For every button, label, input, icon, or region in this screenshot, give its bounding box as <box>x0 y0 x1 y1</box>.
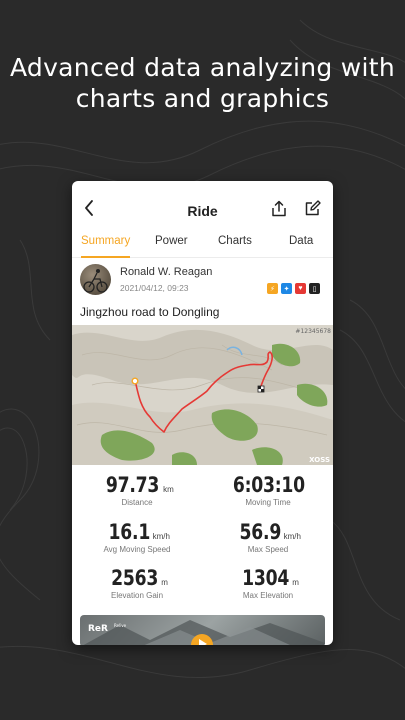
stat-moving-time: 6:03:10 Moving Time <box>203 473 333 507</box>
tab-data[interactable]: Data <box>289 235 313 247</box>
stat-max-speed: 56.9 km/h Max Speed <box>203 520 333 554</box>
stat-label: Distance <box>121 498 153 507</box>
ride-title: Jingzhou road to Dongling <box>80 305 220 319</box>
map-corner-label: #12345678 <box>295 328 331 335</box>
relive-video-banner[interactable]: ReR Relive <box>80 615 325 645</box>
stat-label: Max Speed <box>247 545 289 554</box>
relive-logo: ReR <box>88 624 108 634</box>
stat-label: Moving Time <box>245 498 291 507</box>
stat-distance: 97.73 km Distance <box>72 473 202 507</box>
headline-line-1: Advanced data analyzing with <box>9 53 396 82</box>
tab-bar: Summary Power Charts Data <box>72 225 333 258</box>
user-name[interactable]: Ronald W. Reagan <box>120 266 212 278</box>
bluetooth-sync-icon: ✦ <box>281 283 292 294</box>
stat-label: Max Elevation <box>242 591 294 600</box>
avatar[interactable] <box>80 264 111 295</box>
tab-summary[interactable]: Summary <box>81 235 130 247</box>
stat-value: 16.1 <box>108 520 151 544</box>
relive-preview: ReR Relive <box>83 620 325 645</box>
tab-power[interactable]: Power <box>155 235 188 247</box>
stat-avg-moving-speed: 16.1 km/h Avg Moving Speed <box>72 520 202 554</box>
edit-icon[interactable] <box>305 200 321 216</box>
stats-grid: 97.73 km Distance 6:03:10 Moving Time 16.… <box>72 465 333 615</box>
ride-header: Ronald W. Reagan 2021/04/12, 09:23 ⚡ ✦ ♥… <box>72 258 333 325</box>
ride-summary-card: Ride Summary Power Charts Data Ronald W.… <box>72 181 333 645</box>
route-map[interactable]: #12345678 XOSS <box>72 325 333 465</box>
stat-unit: km/h <box>152 532 170 541</box>
strava-sync-icon: ⚡ <box>267 283 278 294</box>
start-marker <box>131 377 139 385</box>
map-terrain: #12345678 XOSS <box>72 325 333 465</box>
page-title: Ride <box>187 203 218 219</box>
relive-logo-sub: Relive <box>114 623 127 628</box>
sync-badges: ⚡ ✦ ♥ ▯ <box>267 283 320 294</box>
device-sync-icon: ▯ <box>309 283 320 294</box>
stat-value: 1304 <box>242 566 290 590</box>
stat-value: 6:03:10 <box>233 473 305 497</box>
share-icon[interactable] <box>271 200 287 217</box>
stat-max-elevation: 1304 m Max Elevation <box>203 566 333 600</box>
stat-label: Avg Moving Speed <box>103 545 171 554</box>
finish-flag-icon <box>257 385 265 393</box>
stat-unit: m <box>161 578 168 587</box>
headline-line-2: charts and graphics <box>75 84 330 113</box>
top-bar: Ride <box>72 181 333 225</box>
stat-value: 97.73 <box>106 473 160 497</box>
stat-unit: km/h <box>283 532 301 541</box>
heart-sync-icon: ♥ <box>295 283 306 294</box>
cyclist-icon <box>83 269 108 293</box>
map-attribution: XOSS <box>309 456 330 464</box>
ride-date: 2021/04/12, 09:23 <box>120 283 189 293</box>
stat-elevation-gain: 2563 m Elevation Gain <box>72 566 202 600</box>
stat-value: 56.9 <box>239 520 282 544</box>
tab-charts[interactable]: Charts <box>218 235 252 247</box>
stat-unit: m <box>292 578 299 587</box>
stat-unit: km <box>163 485 174 494</box>
stat-value: 2563 <box>111 566 159 590</box>
headline: Advanced data analyzing with charts and … <box>0 52 405 114</box>
stat-label: Elevation Gain <box>110 591 164 600</box>
